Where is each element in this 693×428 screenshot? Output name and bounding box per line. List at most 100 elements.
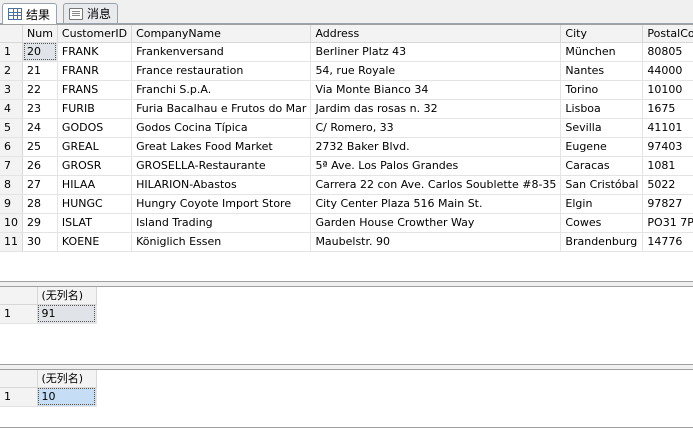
company-name-cell[interactable]: France restauration — [131, 61, 312, 81]
row-number[interactable]: 11 — [0, 232, 23, 252]
customer-id-cell[interactable]: ISLAT — [57, 213, 133, 233]
table-row[interactable]: 1 10 — [0, 387, 97, 407]
table-row[interactable]: 7 26 GROSR GROSELLA-Restaurante 5ª Ave. Los … — [0, 156, 693, 176]
postal-code-cell[interactable]: 80805 — [642, 42, 693, 62]
city-cell[interactable]: Lisboa — [560, 99, 644, 119]
postal-code-cell[interactable]: 5022 — [642, 175, 693, 195]
num-cell[interactable]: 24 — [22, 118, 58, 138]
table-row[interactable]: 11 30 KOENE Königlich Essen Maubelstr. 90 Bra… — [0, 232, 693, 252]
num-cell[interactable]: 29 — [22, 213, 58, 233]
address-cell[interactable]: Via Monte Bianco 34 — [310, 80, 562, 100]
table-row[interactable]: 8 27 HILAA HILARION-Abastos Carrera 22 con A… — [0, 175, 693, 195]
table-row[interactable]: 4 23 FURIB Furia Bacalhau e Frutos do Mar Ja… — [0, 99, 693, 119]
row-number[interactable]: 2 — [0, 61, 23, 81]
company-name-cell[interactable]: Godos Cocina Típica — [131, 118, 312, 138]
table-row[interactable]: 5 24 GODOS Godos Cocina Típica C/ Romero, 33… — [0, 118, 693, 138]
table-row[interactable]: 9 28 HUNGC Hungry Coyote Import Store City C… — [0, 194, 693, 214]
row-number[interactable]: 5 — [0, 118, 23, 138]
city-cell[interactable]: San Cristóbal — [560, 175, 644, 195]
page-value-cell[interactable]: 10 — [37, 387, 97, 407]
address-cell[interactable]: Carrera 22 con Ave. Carlos Soublette #8-… — [310, 175, 562, 195]
grid-corner[interactable] — [0, 25, 23, 43]
table-row[interactable]: 2 21 FRANR France restauration 54, rue Royal… — [0, 61, 693, 81]
customer-id-cell[interactable]: FRANR — [57, 61, 133, 81]
num-cell[interactable]: 28 — [22, 194, 58, 214]
count-grid-panel[interactable]: (无列名) 1 91 — [0, 286, 693, 365]
row-number[interactable]: 4 — [0, 99, 23, 119]
address-cell[interactable]: Jardim das rosas n. 32 — [310, 99, 562, 119]
num-cell[interactable]: 20 — [22, 42, 58, 62]
city-cell[interactable]: Elgin — [560, 194, 644, 214]
company-name-cell[interactable]: Franchi S.p.A. — [131, 80, 312, 100]
num-cell[interactable]: 23 — [22, 99, 58, 119]
row-number[interactable]: 3 — [0, 80, 23, 100]
customer-id-cell[interactable]: HUNGC — [57, 194, 133, 214]
address-cell[interactable]: Berliner Platz 43 — [310, 42, 562, 62]
column-header[interactable]: (无列名) — [37, 370, 97, 388]
row-number[interactable]: 10 — [0, 213, 23, 233]
customer-id-cell[interactable]: GODOS — [57, 118, 133, 138]
postal-code-cell[interactable]: 41101 — [642, 118, 693, 138]
count-value-cell[interactable]: 91 — [37, 304, 97, 324]
customer-id-cell[interactable]: GREAL — [57, 137, 133, 157]
column-header[interactable]: Address — [310, 25, 562, 43]
city-cell[interactable]: Caracas — [560, 156, 644, 176]
postal-code-cell[interactable]: 10100 — [642, 80, 693, 100]
customer-id-cell[interactable]: FRANS — [57, 80, 133, 100]
column-header[interactable]: CustomerID — [57, 25, 133, 43]
num-cell[interactable]: 22 — [22, 80, 58, 100]
customer-id-cell[interactable]: FURIB — [57, 99, 133, 119]
table-row[interactable]: 6 25 GREAL Great Lakes Food Market 2732 Bake… — [0, 137, 693, 157]
city-cell[interactable]: München — [560, 42, 644, 62]
address-cell[interactable]: 5ª Ave. Los Palos Grandes — [310, 156, 562, 176]
customer-id-cell[interactable]: KOENE — [57, 232, 133, 252]
company-name-cell[interactable]: Frankenversand — [131, 42, 312, 62]
num-cell[interactable]: 25 — [22, 137, 58, 157]
city-cell[interactable]: Sevilla — [560, 118, 644, 138]
column-header[interactable]: CompanyName — [131, 25, 312, 43]
postal-code-cell[interactable]: 14776 — [642, 232, 693, 252]
grid-corner[interactable] — [0, 287, 38, 305]
postal-code-cell[interactable]: 97827 — [642, 194, 693, 214]
address-cell[interactable]: 54, rue Royale — [310, 61, 562, 81]
address-cell[interactable]: Garden House Crowther Way — [310, 213, 562, 233]
column-header[interactable]: Num — [22, 25, 58, 43]
page-grid-panel[interactable]: (无列名) 1 10 — [0, 369, 693, 428]
company-name-cell[interactable]: HILARION-Abastos — [131, 175, 312, 195]
row-number[interactable]: 1 — [0, 42, 23, 62]
company-name-cell[interactable]: Great Lakes Food Market — [131, 137, 312, 157]
row-number[interactable]: 1 — [0, 304, 38, 324]
num-cell[interactable]: 26 — [22, 156, 58, 176]
city-cell[interactable]: Cowes — [560, 213, 644, 233]
postal-code-cell[interactable]: 1675 — [642, 99, 693, 119]
postal-code-cell[interactable]: 97403 — [642, 137, 693, 157]
company-name-cell[interactable]: Königlich Essen — [131, 232, 312, 252]
column-header[interactable]: (无列名) — [37, 287, 97, 305]
postal-code-cell[interactable]: 1081 — [642, 156, 693, 176]
results-grid-panel[interactable]: Num CustomerID CompanyName Address City Posta… — [0, 24, 693, 282]
column-header[interactable]: City — [560, 25, 644, 43]
num-cell[interactable]: 27 — [22, 175, 58, 195]
postal-code-cell[interactable]: 44000 — [642, 61, 693, 81]
table-row[interactable]: 1 20 FRANK Frankenversand Berliner Platz 43 M… — [0, 42, 693, 62]
table-row[interactable]: 10 29 ISLAT Island Trading Garden House Crow… — [0, 213, 693, 233]
city-cell[interactable]: Nantes — [560, 61, 644, 81]
row-number[interactable]: 1 — [0, 387, 38, 407]
table-row[interactable]: 1 91 — [0, 304, 97, 324]
company-name-cell[interactable]: Furia Bacalhau e Frutos do Mar — [131, 99, 312, 119]
address-cell[interactable]: City Center Plaza 516 Main St. — [310, 194, 562, 214]
address-cell[interactable]: 2732 Baker Blvd. — [310, 137, 562, 157]
customer-id-cell[interactable]: GROSR — [57, 156, 133, 176]
city-cell[interactable]: Brandenburg — [560, 232, 644, 252]
row-number[interactable]: 7 — [0, 156, 23, 176]
postal-code-cell[interactable]: PO31 7PJ — [642, 213, 693, 233]
company-name-cell[interactable]: Hungry Coyote Import Store — [131, 194, 312, 214]
address-cell[interactable]: C/ Romero, 33 — [310, 118, 562, 138]
row-number[interactable]: 8 — [0, 175, 23, 195]
tab-messages[interactable]: 消息 — [63, 3, 119, 23]
tab-results[interactable]: 结果 — [2, 3, 58, 24]
city-cell[interactable]: Torino — [560, 80, 644, 100]
city-cell[interactable]: Eugene — [560, 137, 644, 157]
customer-id-cell[interactable]: FRANK — [57, 42, 133, 62]
row-number[interactable]: 6 — [0, 137, 23, 157]
